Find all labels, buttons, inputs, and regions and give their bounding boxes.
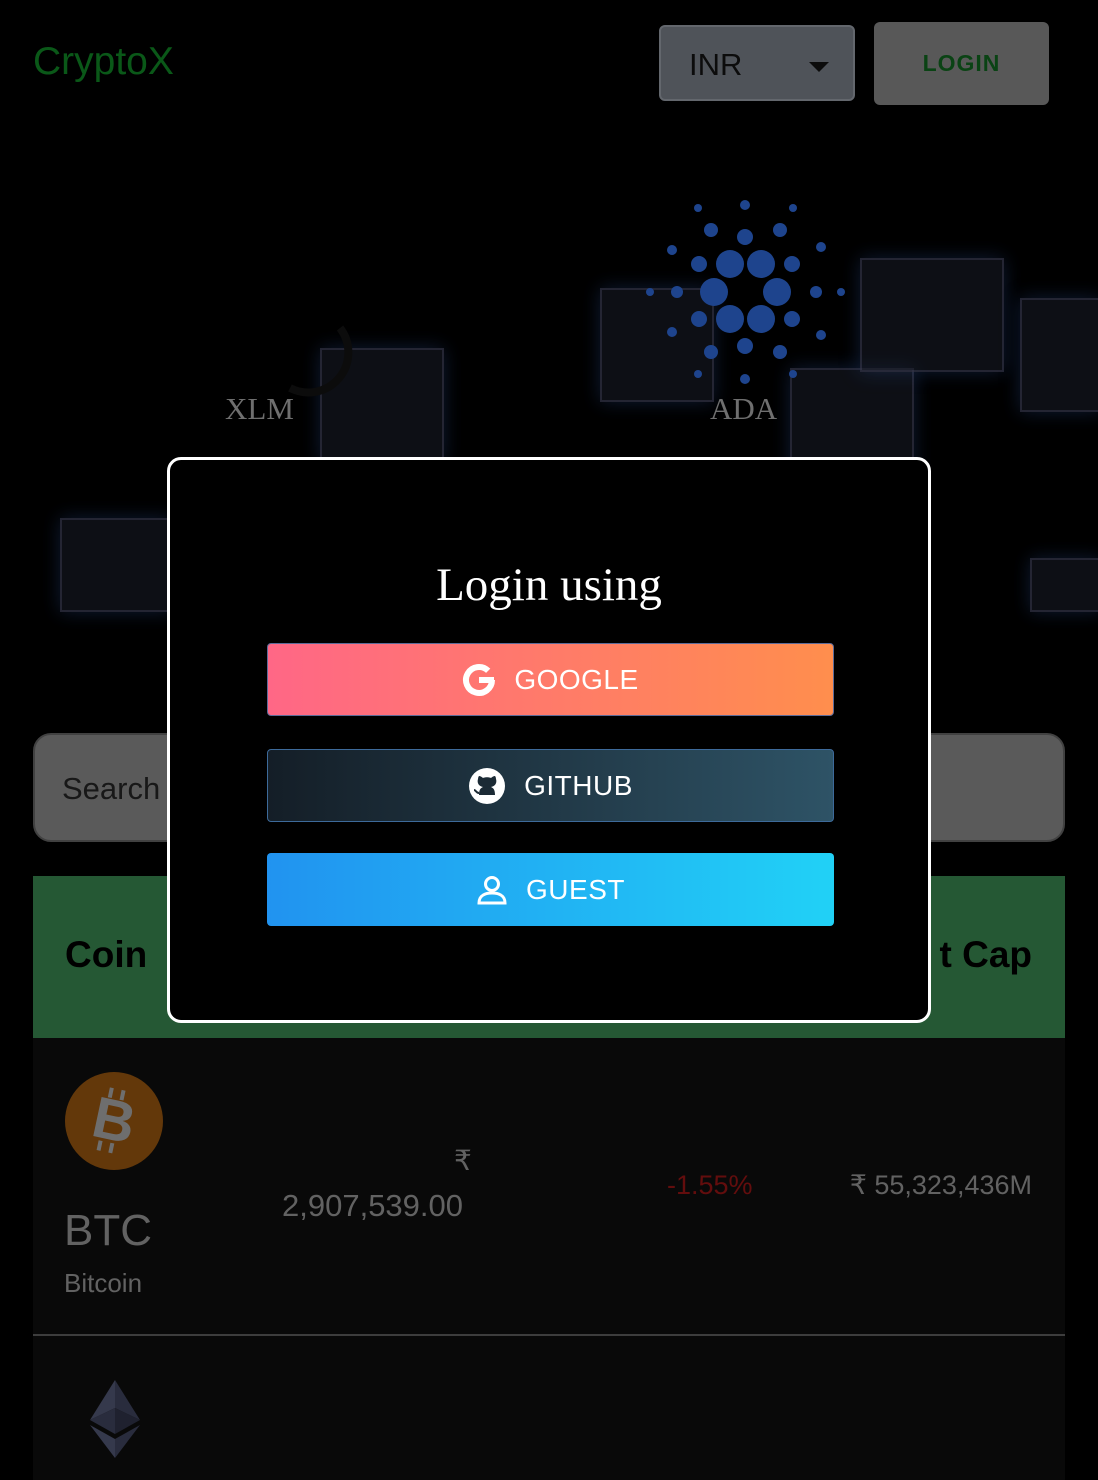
guest-login-button[interactable]: GUEST	[267, 853, 834, 926]
login-modal: Login using GOOGLE GITHUB GUEST	[167, 457, 931, 1023]
modal-title: Login using	[436, 559, 662, 611]
github-login-button[interactable]: GITHUB	[267, 749, 834, 822]
google-icon	[463, 663, 496, 696]
google-button-label: GOOGLE	[514, 663, 639, 695]
google-login-button[interactable]: GOOGLE	[267, 643, 834, 716]
user-icon	[477, 875, 507, 904]
github-icon	[469, 767, 506, 804]
guest-button-label: GUEST	[526, 873, 625, 905]
github-button-label: GITHUB	[524, 769, 633, 801]
